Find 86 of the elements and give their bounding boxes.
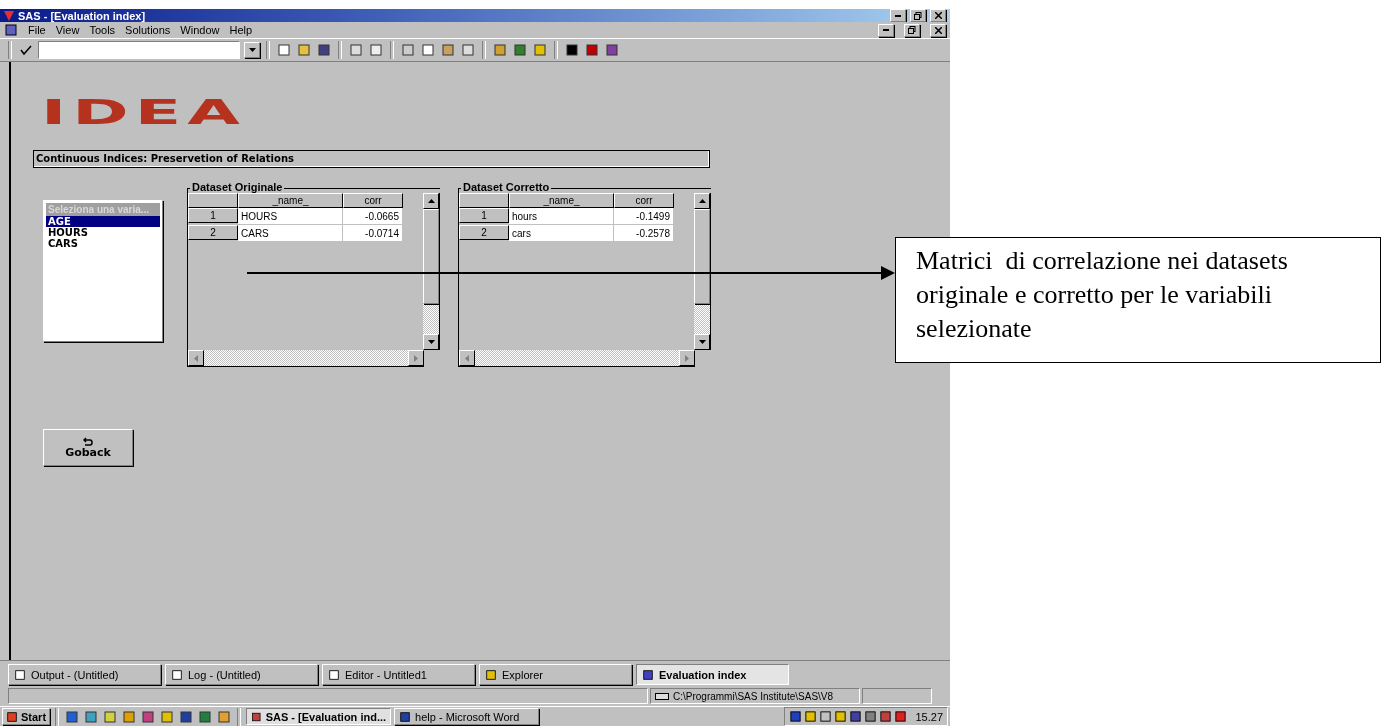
down-arrow-icon xyxy=(698,340,706,344)
menu-item[interactable]: Help xyxy=(229,24,253,36)
up-arrow-icon xyxy=(698,199,706,203)
window-tab[interactable]: Editor - Untitled1 xyxy=(322,664,475,685)
vertical-scrollbar[interactable] xyxy=(694,193,711,350)
minimize-button[interactable] xyxy=(878,23,894,37)
right-arrow-icon xyxy=(414,354,418,362)
table-cell: cars xyxy=(509,225,614,242)
minimize-button[interactable] xyxy=(890,9,906,22)
table-title: Dataset Originale xyxy=(190,181,285,193)
close-icon xyxy=(934,26,942,34)
taskbar-button[interactable]: help - Microsoft Word xyxy=(394,708,540,725)
minimize-icon xyxy=(883,29,889,31)
column-header: _name_ xyxy=(509,193,614,208)
goback-button[interactable]: Goback xyxy=(43,429,133,466)
logo: IDEA xyxy=(41,98,246,126)
window-tab[interactable]: Evaluation index xyxy=(636,664,789,685)
up-arrow-icon xyxy=(427,199,435,203)
table-title: Dataset Corretto xyxy=(461,181,552,193)
window-title: SAS - [Evaluation index] xyxy=(18,9,146,22)
list-item[interactable]: AGE xyxy=(46,216,160,227)
scroll-up-button[interactable] xyxy=(694,193,710,209)
scroll-right-button[interactable] xyxy=(679,350,695,366)
left-arrow-icon xyxy=(465,354,469,362)
restore-button[interactable] xyxy=(904,23,920,37)
menu-item[interactable]: File xyxy=(28,24,46,36)
window-tab[interactable]: Log - (Untitled) xyxy=(165,664,318,685)
scroll-left-button[interactable] xyxy=(188,350,204,366)
restore-icon xyxy=(908,26,916,34)
table-cell: CARS xyxy=(238,225,343,242)
window-tab[interactable]: Explorer xyxy=(479,664,632,685)
scroll-left-button[interactable] xyxy=(459,350,475,366)
command-field[interactable] xyxy=(38,41,240,59)
menu-item[interactable]: Solutions xyxy=(125,24,171,36)
right-arrow-icon xyxy=(685,354,689,362)
status-field xyxy=(862,688,932,704)
list-item[interactable]: HOURS xyxy=(46,227,160,238)
table-cell: -0.0714 xyxy=(343,225,403,242)
variable-list[interactable]: Seleziona una varia... AGE HOURS CARS xyxy=(43,200,163,342)
status-path: C:\Programmi\SAS Institute\SAS\V8 xyxy=(650,688,860,704)
section-title: Continuous Indices: Preservetion of Relations xyxy=(33,150,710,168)
table-cell: -0.2578 xyxy=(614,225,674,242)
column-header: _name_ xyxy=(238,193,343,208)
row-header: 2 xyxy=(188,225,238,240)
restore-icon xyxy=(914,11,922,20)
corner-cell xyxy=(188,193,238,208)
restore-button[interactable] xyxy=(910,9,926,22)
menu-item[interactable]: View xyxy=(55,24,80,36)
close-button[interactable] xyxy=(930,9,946,22)
horizontal-scrollbar[interactable] xyxy=(188,350,424,367)
scroll-down-button[interactable] xyxy=(423,334,439,350)
row-header: 1 xyxy=(459,208,509,223)
minimize-icon xyxy=(895,14,901,17)
scroll-right-button[interactable] xyxy=(408,350,424,366)
drive-icon xyxy=(655,692,669,700)
column-header: corr xyxy=(614,193,674,208)
left-arrow-icon xyxy=(194,354,198,362)
row-header: 2 xyxy=(459,225,509,240)
list-item[interactable]: CARS xyxy=(46,238,160,249)
scroll-up-button[interactable] xyxy=(423,193,439,209)
clock: 15.27 xyxy=(915,710,943,723)
menu-item[interactable]: Window xyxy=(180,24,220,36)
table-cell: hours xyxy=(509,208,614,225)
corner-cell xyxy=(459,193,509,208)
list-header: Seleziona una varia... xyxy=(46,203,160,216)
close-button[interactable] xyxy=(930,23,946,37)
scroll-down-button[interactable] xyxy=(694,334,710,350)
down-arrow-icon xyxy=(427,340,435,344)
table-cell: -0.1499 xyxy=(614,208,674,225)
scroll-thumb[interactable] xyxy=(423,209,439,304)
annotation-text: Matrici di correlazione nei datasets originale e corretto per le variabili selezionate xyxy=(895,237,1381,363)
horizontal-scrollbar[interactable] xyxy=(459,350,695,367)
taskbar-button[interactable]: SAS - [Evaluation ind... xyxy=(246,708,392,725)
close-icon xyxy=(934,12,942,19)
table-cell: -0.0665 xyxy=(343,208,403,225)
vertical-scrollbar[interactable] xyxy=(423,193,440,350)
window-tab[interactable]: Output - (Untitled) xyxy=(8,664,161,685)
table-cell: HOURS xyxy=(238,208,343,225)
dropdown-button[interactable] xyxy=(244,42,260,58)
menu-item[interactable]: Tools xyxy=(89,24,116,36)
caret-icon xyxy=(248,48,256,52)
return-arrow-icon xyxy=(83,436,93,446)
column-header: corr xyxy=(343,193,403,208)
row-header: 1 xyxy=(188,208,238,223)
scroll-thumb[interactable] xyxy=(694,209,710,304)
start-button[interactable]: Start xyxy=(2,708,51,725)
